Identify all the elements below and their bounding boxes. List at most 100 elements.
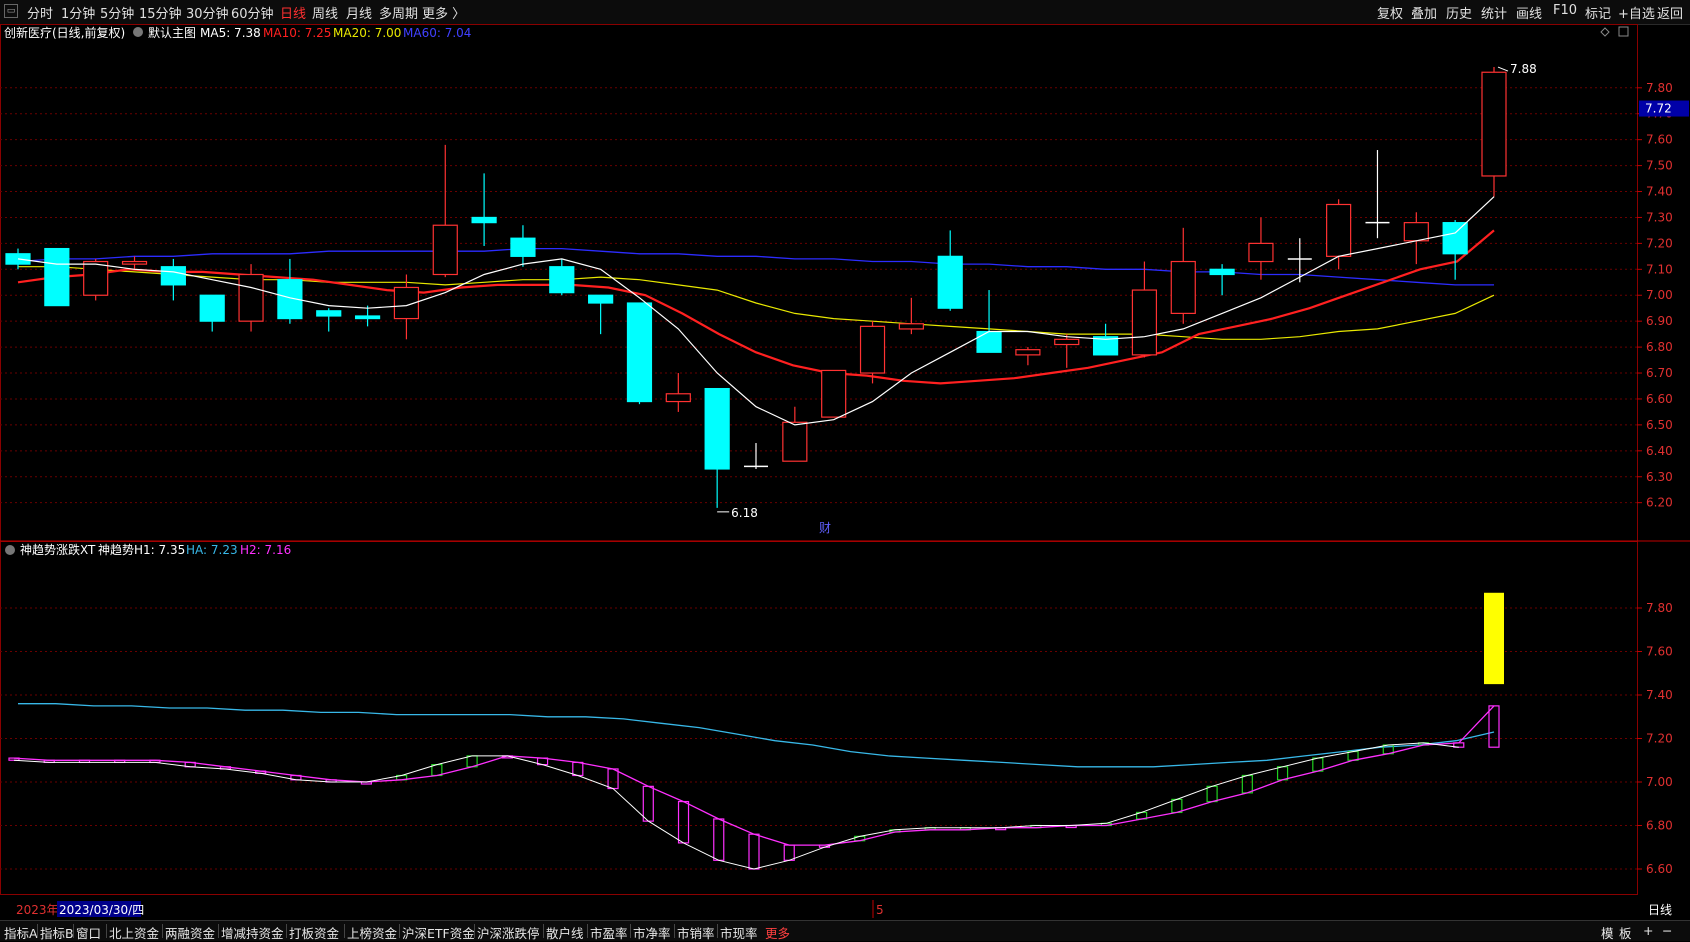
indicator-tab-10[interactable]: 散户线: [546, 923, 584, 942]
period-tab-6[interactable]: 日线: [280, 3, 306, 22]
tool-button-2[interactable]: 历史: [1446, 3, 1472, 22]
candle[interactable]: [782, 406, 808, 462]
candle[interactable]: [160, 258, 186, 301]
tab-separator: [344, 924, 345, 938]
tool-button-5[interactable]: F10: [1553, 3, 1577, 18]
indicator-tab-13[interactable]: 市销率: [677, 923, 715, 942]
month-marker: 5: [876, 903, 884, 917]
candle[interactable]: [898, 297, 924, 335]
main-chart-label: 默认主图: [148, 25, 196, 40]
candle[interactable]: [821, 369, 847, 418]
candle-body: [976, 330, 1002, 353]
candle[interactable]: [1403, 212, 1429, 265]
indicator-tab-7[interactable]: 上榜资金: [347, 923, 397, 942]
indicator-tab-14[interactable]: 市现率: [720, 923, 758, 942]
signal-bar: [1484, 592, 1504, 685]
main-axis-label: 6.30: [1646, 470, 1673, 484]
panel-toggle-icon[interactable]: ▭: [4, 4, 18, 18]
candle[interactable]: [626, 302, 653, 405]
period-tab-0[interactable]: 分时: [27, 3, 53, 22]
candle[interactable]: [665, 373, 691, 412]
period-tab-4[interactable]: 30分钟: [186, 3, 229, 22]
period-tab-5[interactable]: 60分钟: [231, 3, 274, 22]
candle[interactable]: [393, 274, 420, 340]
bottom-right-button-1[interactable]: 板: [1619, 923, 1632, 942]
more-indicators-button[interactable]: 更多: [765, 923, 790, 942]
period-tab-9[interactable]: 多周期: [379, 3, 418, 22]
indicator-tab-1[interactable]: 指标B: [40, 923, 74, 942]
indicator-tab-2[interactable]: 窗口: [76, 923, 101, 942]
kline-chart[interactable]: 7.807.707.607.507.407.307.207.107.006.90…: [0, 24, 1690, 920]
ma5-legend: MA5: 7.38: [200, 26, 261, 40]
candle[interactable]: [238, 264, 264, 332]
period-tab-8[interactable]: 月线: [346, 3, 372, 22]
candle[interactable]: [44, 247, 70, 307]
candle[interactable]: [121, 256, 148, 270]
candle[interactable]: [744, 443, 768, 469]
indicator-tab-3[interactable]: 北上资金: [109, 923, 159, 942]
indicator-tab-12[interactable]: 市净率: [633, 923, 671, 942]
main-axis-label: 6.40: [1646, 444, 1673, 458]
bottom-right-button-2[interactable]: +: [1643, 923, 1653, 938]
candle-body: [354, 315, 381, 320]
bottom-right-button-0[interactable]: 模: [1601, 923, 1614, 942]
indicator-tab-6[interactable]: 打板资金: [289, 923, 339, 942]
candle[interactable]: [1131, 261, 1158, 358]
candle[interactable]: [1365, 150, 1390, 239]
main-axis-label: 6.70: [1646, 366, 1673, 380]
candle[interactable]: [704, 387, 730, 508]
candle[interactable]: [1170, 227, 1196, 324]
candle[interactable]: [1209, 264, 1235, 296]
indicator-tab-4[interactable]: 两融资金: [165, 923, 215, 942]
indicator-tab-0[interactable]: 指标A: [4, 923, 38, 942]
tab-separator: [37, 924, 38, 938]
candle[interactable]: [549, 258, 575, 296]
tool-button-0[interactable]: 复权: [1377, 3, 1403, 22]
indicator-tab-5[interactable]: 增减持资金: [221, 923, 284, 942]
maximize-icon[interactable]: [1618, 26, 1629, 37]
candle[interactable]: [859, 321, 886, 384]
period-tab-3[interactable]: 15分钟: [139, 3, 182, 22]
candle[interactable]: [1015, 347, 1041, 366]
low-price-label: 6.18: [731, 506, 758, 520]
h1-line: [13, 705, 1495, 846]
candle-body: [898, 323, 924, 330]
candle[interactable]: [1481, 67, 1507, 197]
indicator-tab-8[interactable]: 沪深ETF资金: [402, 923, 475, 942]
tool-button-3[interactable]: 统计: [1481, 3, 1507, 22]
candle[interactable]: [510, 225, 536, 267]
indicator-tab-11[interactable]: 市盈率: [590, 923, 628, 942]
indicator-tab-9[interactable]: 沪深涨跌停: [477, 923, 540, 942]
period-tab-2[interactable]: 5分钟: [100, 3, 134, 22]
bottom-indicator-tabs: 指标A 指标B 窗口 北上资金 两融资金 增减持资金 打板资金 上榜资金 沪深ETF资金 沪深涨跌…: [0, 920, 1690, 941]
period-tab-10[interactable]: 更多 〉: [422, 3, 465, 22]
tool-button-1[interactable]: 叠加: [1411, 3, 1437, 22]
candle[interactable]: [316, 308, 342, 332]
tool-button-8[interactable]: 返回: [1657, 3, 1683, 22]
candle-body: [937, 255, 963, 309]
bottom-right-button-3[interactable]: −: [1662, 923, 1672, 938]
chart-area[interactable]: 7.807.707.607.507.407.307.207.107.006.90…: [0, 24, 1690, 920]
candle[interactable]: [1442, 220, 1468, 280]
candle[interactable]: [432, 144, 458, 278]
candle[interactable]: [1326, 199, 1352, 270]
candle-body: [588, 294, 614, 304]
candle[interactable]: [277, 258, 303, 324]
tool-button-7[interactable]: +自选: [1618, 3, 1655, 22]
trend-bar: [748, 833, 760, 870]
main-axis-label: 6.60: [1646, 392, 1673, 406]
diamond-icon[interactable]: [1600, 27, 1610, 37]
period-tab-1[interactable]: 1分钟: [61, 3, 95, 22]
candle[interactable]: [199, 294, 225, 332]
period-tab-7[interactable]: 周线: [312, 3, 338, 22]
tool-button-4[interactable]: 画线: [1516, 3, 1542, 22]
candle[interactable]: [471, 173, 497, 246]
main-axis-label: 6.90: [1646, 314, 1673, 328]
trend-bar: [642, 785, 654, 822]
trend-bar: [1241, 774, 1253, 794]
candle[interactable]: [588, 294, 614, 335]
candle[interactable]: [1054, 334, 1080, 368]
candle[interactable]: [937, 230, 963, 311]
tool-button-6[interactable]: 标记: [1585, 3, 1611, 22]
candle[interactable]: [1248, 217, 1274, 280]
